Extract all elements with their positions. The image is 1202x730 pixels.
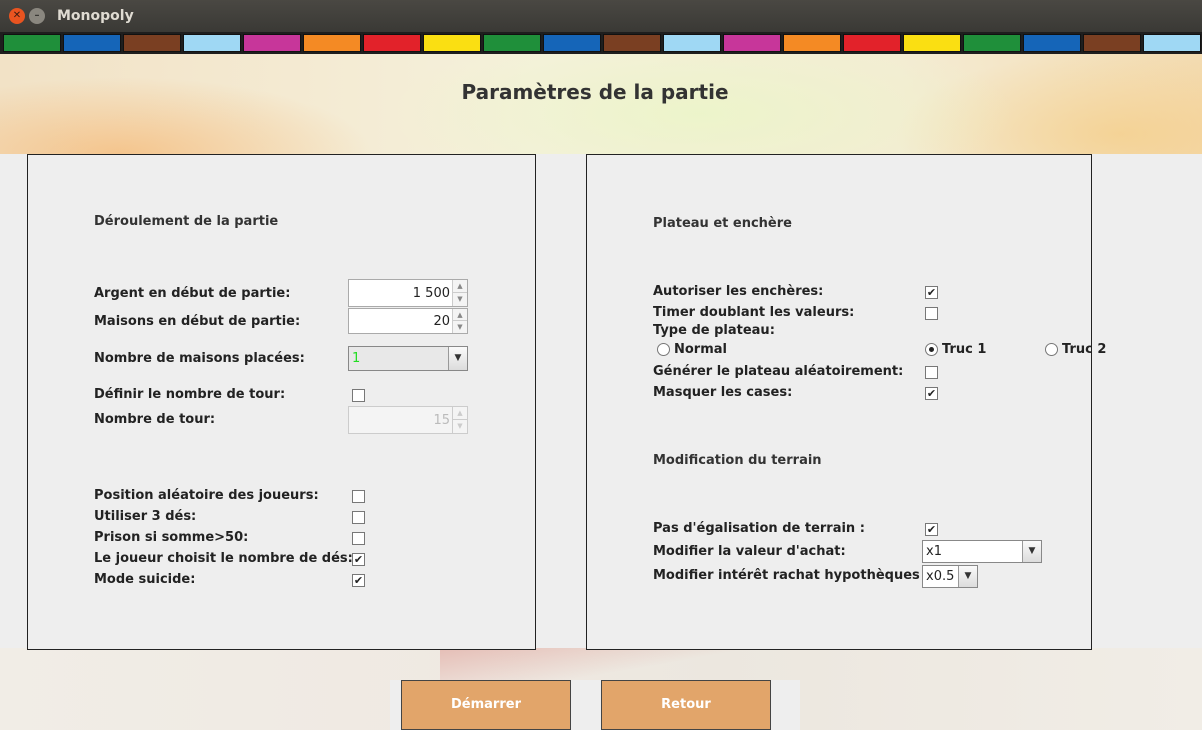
color-swatch bbox=[1023, 34, 1081, 52]
spinner-arrows: ▲ ▼ bbox=[452, 309, 467, 333]
allow-auctions-checkbox[interactable]: ✔ bbox=[925, 286, 938, 299]
property-color-strip bbox=[0, 32, 1202, 54]
no-equalization-label: Pas d'égalisation de terrain : bbox=[653, 521, 865, 536]
game-flow-panel: Déroulement de la partie Argent en début… bbox=[27, 154, 536, 650]
start-button[interactable]: Démarrer bbox=[401, 680, 571, 730]
board-type-label: Type de plateau: bbox=[653, 323, 775, 338]
jail-sum-label: Prison si somme>50: bbox=[94, 530, 249, 545]
chevron-down-icon[interactable]: ▼ bbox=[1022, 541, 1041, 562]
color-swatch bbox=[903, 34, 961, 52]
jail-sum-checkbox[interactable] bbox=[352, 532, 365, 545]
color-swatch bbox=[1083, 34, 1141, 52]
spinner-down-icon[interactable]: ▼ bbox=[453, 293, 467, 306]
starting-money-value: 1 500 bbox=[412, 286, 450, 301]
color-swatch bbox=[303, 34, 361, 52]
random-position-label: Position aléatoire des joueurs: bbox=[94, 488, 319, 503]
mortgage-interest-combo[interactable]: x0.5 ▼ bbox=[922, 565, 978, 588]
spinner-up-icon[interactable]: ▲ bbox=[453, 309, 467, 321]
background-area bbox=[1092, 154, 1202, 650]
color-swatch bbox=[603, 34, 661, 52]
color-swatch bbox=[783, 34, 841, 52]
window-title-bar: ✕ – Monopoly bbox=[0, 0, 1202, 32]
suicide-mode-checkbox[interactable]: ✔ bbox=[352, 574, 365, 587]
color-swatch bbox=[663, 34, 721, 52]
player-chooses-dice-checkbox[interactable]: ✔ bbox=[352, 553, 365, 566]
placed-houses-value: 1 bbox=[352, 351, 361, 366]
turn-count-value: 15 bbox=[433, 413, 450, 428]
window-title: Monopoly bbox=[57, 8, 134, 24]
color-swatch bbox=[363, 34, 421, 52]
spinner-up-icon[interactable]: ▲ bbox=[453, 407, 467, 420]
set-turns-label: Définir le nombre de tour: bbox=[94, 387, 286, 402]
starting-houses-label: Maisons en début de partie: bbox=[94, 314, 301, 329]
color-swatch bbox=[963, 34, 1021, 52]
mortgage-interest-value: x0.5 bbox=[926, 569, 955, 584]
back-button[interactable]: Retour bbox=[601, 680, 771, 730]
random-board-label: Générer le plateau aléatoirement: bbox=[653, 364, 904, 379]
radio-normal[interactable]: Normal bbox=[657, 342, 777, 358]
radio-truc1-button[interactable] bbox=[925, 343, 938, 356]
color-swatch bbox=[483, 34, 541, 52]
starting-houses-value: 20 bbox=[433, 314, 450, 329]
radio-normal-button[interactable] bbox=[657, 343, 670, 356]
header-banner: Paramètres de la partie bbox=[0, 54, 1202, 154]
section-title-game-flow: Déroulement de la partie bbox=[94, 214, 279, 229]
set-turns-checkbox[interactable] bbox=[352, 389, 365, 402]
placed-houses-label: Nombre de maisons placées: bbox=[94, 351, 305, 366]
chevron-down-icon[interactable]: ▼ bbox=[448, 347, 467, 370]
starting-houses-spinner[interactable]: 20 ▲ ▼ bbox=[348, 308, 468, 334]
page-title: Paramètres de la partie bbox=[461, 80, 729, 104]
allow-auctions-label: Autoriser les enchères: bbox=[653, 284, 824, 299]
color-swatch bbox=[423, 34, 481, 52]
doubling-timer-checkbox[interactable] bbox=[925, 307, 938, 320]
hide-cells-checkbox[interactable]: ✔ bbox=[925, 387, 938, 400]
radio-truc1[interactable]: Truc 1 bbox=[925, 342, 1025, 358]
spinner-up-icon[interactable]: ▲ bbox=[453, 280, 467, 293]
three-dice-checkbox[interactable] bbox=[352, 511, 365, 524]
no-equalization-checkbox[interactable]: ✔ bbox=[925, 523, 938, 536]
radio-truc2-button[interactable] bbox=[1045, 343, 1058, 356]
color-swatch bbox=[123, 34, 181, 52]
player-chooses-dice-label: Le joueur choisit le nombre de dés: bbox=[94, 551, 353, 566]
close-window-button[interactable]: ✕ bbox=[9, 8, 25, 24]
mortgage-interest-label: Modifier intérêt rachat hypothèques : bbox=[653, 568, 930, 583]
three-dice-label: Utiliser 3 dés: bbox=[94, 509, 197, 524]
starting-money-label: Argent en début de partie: bbox=[94, 286, 291, 301]
suicide-mode-label: Mode suicide: bbox=[94, 572, 196, 587]
radio-truc1-label: Truc 1 bbox=[942, 342, 987, 357]
color-swatch bbox=[63, 34, 121, 52]
random-position-checkbox[interactable] bbox=[352, 490, 365, 503]
section-title-terrain: Modification du terrain bbox=[653, 453, 822, 468]
radio-truc2[interactable]: Truc 2 bbox=[1045, 342, 1125, 358]
spinner-arrows: ▲ ▼ bbox=[452, 407, 467, 433]
board-panel: Plateau et enchère Autoriser les enchère… bbox=[586, 154, 1106, 650]
starting-money-spinner[interactable]: 1 500 ▲ ▼ bbox=[348, 279, 468, 307]
color-swatch bbox=[843, 34, 901, 52]
purchase-value-combo[interactable]: x1 ▼ bbox=[922, 540, 1042, 563]
turn-count-spinner[interactable]: 15 ▲ ▼ bbox=[348, 406, 468, 434]
spinner-down-icon[interactable]: ▼ bbox=[453, 420, 467, 433]
spinner-down-icon[interactable]: ▼ bbox=[453, 321, 467, 333]
color-swatch bbox=[3, 34, 61, 52]
radio-truc2-label: Truc 2 bbox=[1062, 342, 1107, 357]
random-board-checkbox[interactable] bbox=[925, 366, 938, 379]
hide-cells-label: Masquer les cases: bbox=[653, 385, 793, 400]
purchase-value-value: x1 bbox=[926, 544, 942, 559]
minimize-window-button[interactable]: – bbox=[29, 8, 45, 24]
spinner-arrows: ▲ ▼ bbox=[452, 280, 467, 306]
radio-normal-label: Normal bbox=[674, 342, 727, 357]
color-swatch bbox=[543, 34, 601, 52]
color-swatch bbox=[243, 34, 301, 52]
placed-houses-combo[interactable]: 1 ▼ bbox=[348, 346, 468, 371]
color-swatch bbox=[183, 34, 241, 52]
color-swatch bbox=[723, 34, 781, 52]
doubling-timer-label: Timer doublant les valeurs: bbox=[653, 305, 855, 320]
turn-count-label: Nombre de tour: bbox=[94, 412, 216, 427]
section-title-board: Plateau et enchère bbox=[653, 216, 792, 231]
purchase-value-label: Modifier la valeur d'achat: bbox=[653, 544, 846, 559]
chevron-down-icon[interactable]: ▼ bbox=[958, 566, 977, 587]
color-swatch bbox=[1143, 34, 1201, 52]
